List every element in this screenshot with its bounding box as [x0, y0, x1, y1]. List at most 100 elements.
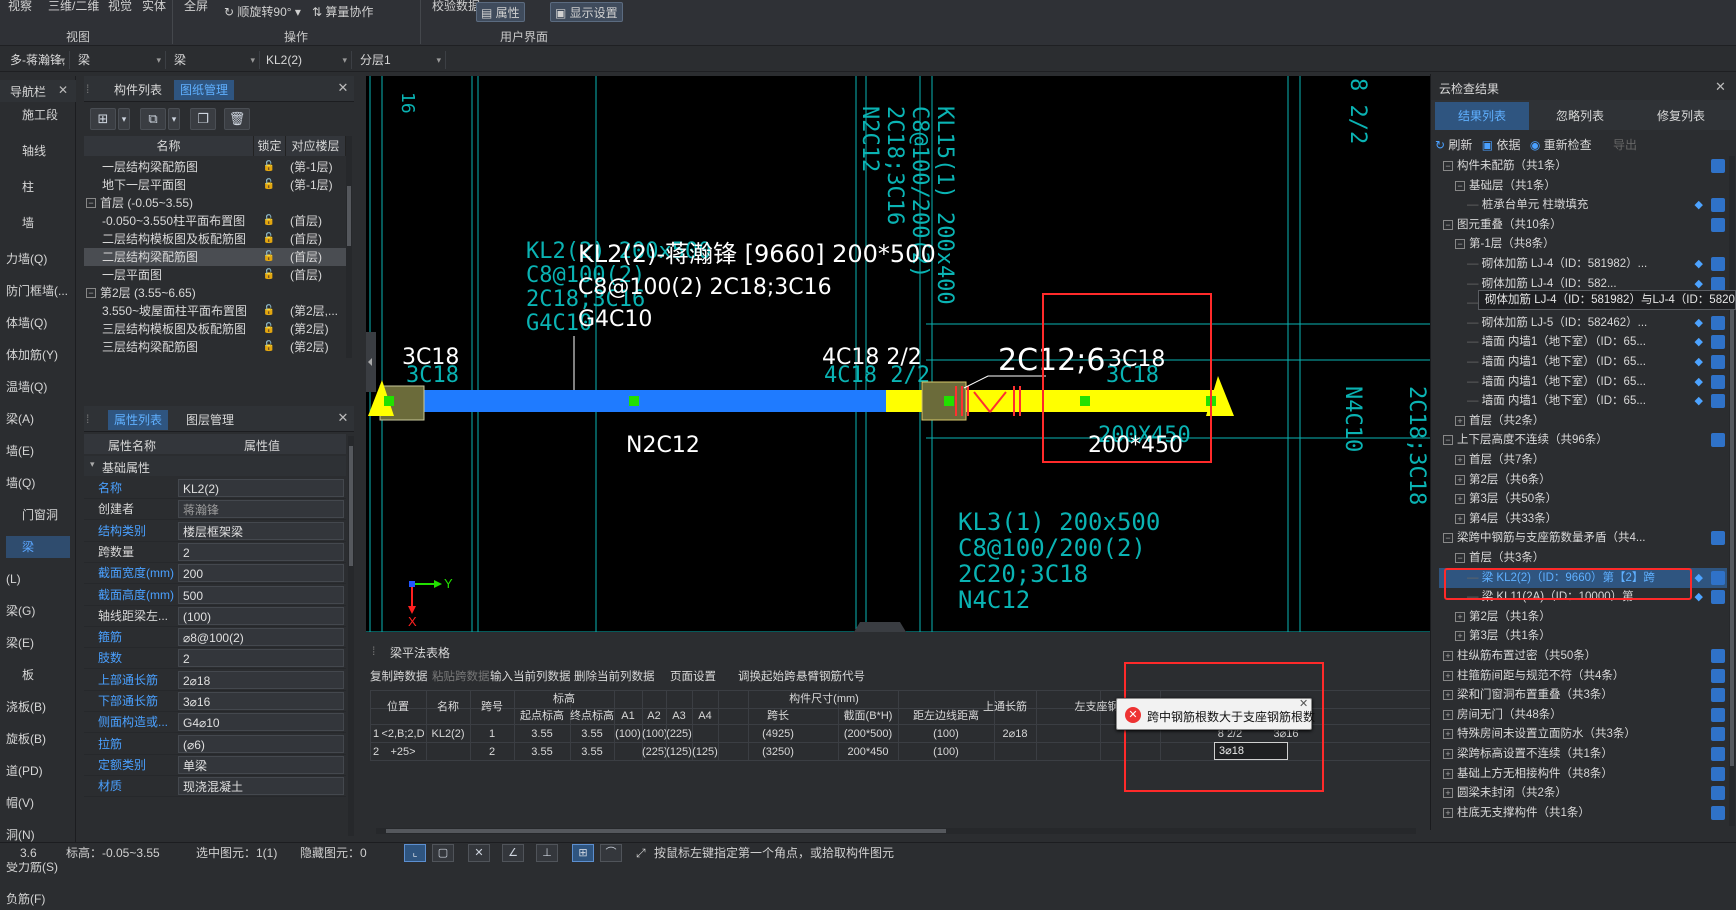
cell-section[interactable]: (200*500)	[838, 725, 898, 743]
tree-item[interactable]: + 房间无门（共48条）	[1439, 705, 1727, 725]
nav-item[interactable]: 施工段	[6, 104, 70, 126]
nav-item[interactable]: 柱	[6, 176, 70, 198]
property-value-input[interactable]: 3⌀16	[178, 692, 344, 710]
cell-name[interactable]	[426, 743, 470, 761]
view-partial-button[interactable]: 视察	[4, 0, 36, 16]
tree-item[interactable]: + 柱箍筋间距与规范不符（共4条）	[1439, 666, 1727, 686]
drawing-row[interactable]: 一层平面图 🔓 (首层)	[84, 266, 346, 284]
lock-icon[interactable]: 🔓	[256, 230, 282, 248]
dynamic-input-icon[interactable]: ⊞	[572, 844, 594, 862]
nav-item[interactable]: (L)	[6, 568, 70, 590]
locate-icon[interactable]: ◆	[1695, 313, 1703, 333]
locate-icon[interactable]: ◆	[1695, 391, 1703, 411]
cell-a1[interactable]: (100)	[614, 725, 642, 743]
locate-icon[interactable]: ◆	[1695, 195, 1703, 215]
property-value-input[interactable]: (⌀6)	[178, 734, 344, 753]
expand-icon[interactable]: +	[1443, 807, 1453, 818]
cell-a2[interactable]: (225)	[642, 743, 666, 761]
edit-icon[interactable]	[1711, 570, 1725, 585]
cell-a4[interactable]: (125)	[692, 743, 718, 761]
recheck-icon[interactable]: ◉	[1530, 138, 1540, 152]
edit-icon[interactable]	[1711, 217, 1725, 232]
nav-item[interactable]: 防门框墙(...	[6, 280, 70, 302]
category-select[interactable]: 梁	[74, 51, 166, 69]
export-button[interactable]: 导出	[1613, 138, 1637, 152]
table-tool-button[interactable]: 复制跨数据	[370, 668, 428, 684]
expand-icon[interactable]: +	[1443, 690, 1453, 701]
tree-item[interactable]: + 特殊房间未设置立面防水（共3条）	[1439, 724, 1727, 744]
cell-name[interactable]: KL2(2)	[426, 725, 470, 743]
cell-a3[interactable]: (125)	[666, 743, 692, 761]
tab-fixed[interactable]: 修复列表	[1631, 102, 1731, 130]
cell-span[interactable]: 2	[470, 743, 514, 761]
cell-distance[interactable]: (100)	[898, 725, 994, 743]
snap-icon[interactable]: ▢	[432, 844, 454, 862]
edit-icon[interactable]	[1711, 668, 1725, 683]
expand-icon[interactable]: +	[1443, 709, 1453, 720]
edit-icon[interactable]	[1711, 590, 1725, 605]
collab-button[interactable]: ⇅ 算量协作	[308, 2, 377, 22]
drawing-row[interactable]: − 首层 (-0.05~3.55)	[84, 194, 346, 212]
cell-top-rebar[interactable]	[994, 743, 1036, 761]
grip-point[interactable]	[629, 396, 639, 406]
cell-start-elev[interactable]: 3.55	[514, 725, 570, 743]
edit-icon[interactable]	[1711, 394, 1725, 409]
nav-item[interactable]: 墙(Q)	[6, 472, 70, 494]
drawing-row[interactable]: 一层结构梁配筋图 🔓 (第-1层)	[84, 158, 346, 176]
tab-ignored[interactable]: 忽略列表	[1531, 102, 1629, 130]
tree-item[interactable]: + 首层（共7条）	[1439, 450, 1727, 470]
horizontal-scrollbar[interactable]	[376, 828, 1416, 834]
close-icon[interactable]: ✕	[1715, 79, 1726, 95]
tree-item[interactable]: + 首层（共2条）	[1439, 411, 1727, 431]
cell-a3[interactable]: (225)	[666, 725, 692, 743]
tree-item[interactable]: + 梁跨标高设置不连续（共1条）	[1439, 744, 1727, 764]
close-icon[interactable]: ✕	[1299, 697, 1308, 710]
cell-span[interactable]: 1	[470, 725, 514, 743]
type-select[interactable]: 梁	[170, 51, 260, 69]
nav-item[interactable]: 旋板(B)	[6, 728, 70, 750]
tree-item[interactable]: + 第3层（共1条）	[1439, 626, 1727, 646]
cell-start-elev[interactable]: 3.55	[514, 743, 570, 761]
nav-item[interactable]: 体加筋(Y)	[6, 344, 70, 366]
edit-icon[interactable]	[1711, 355, 1725, 369]
tree-item[interactable]: + 梁和门窗洞布置重叠（共3条）	[1439, 685, 1727, 705]
edit-icon[interactable]	[1711, 649, 1725, 663]
component-select[interactable]: KL2(2)	[262, 51, 352, 69]
expand-icon[interactable]: +	[1455, 474, 1465, 485]
locate-icon[interactable]: ◆	[1695, 254, 1703, 274]
expand-icon[interactable]: +	[1443, 748, 1453, 759]
cell-span-length[interactable]: (4925)	[718, 725, 838, 743]
property-value-input[interactable]: 楼层框架梁	[178, 521, 344, 540]
tree-item[interactable]: − 首层（共3条）	[1439, 548, 1727, 568]
lock-icon[interactable]: 🔓	[256, 302, 282, 320]
table-tool-button[interactable]: 删除当前列数据	[574, 668, 655, 684]
expand-icon[interactable]: +	[1455, 631, 1465, 642]
tab-layer-manage[interactable]: 图层管理	[180, 410, 240, 430]
drawing-row[interactable]: 二层平面图🔓 (第2层)	[84, 356, 346, 358]
edit-icon[interactable]	[1711, 727, 1725, 742]
property-value-input[interactable]: 2	[178, 542, 344, 561]
tree-item[interactable]: + 圆梁未封闭（共2条）	[1439, 783, 1727, 803]
locate-icon[interactable]: ◆	[1695, 568, 1703, 588]
cell-section[interactable]: 200*450	[838, 743, 898, 761]
tree-item[interactable]: + 第4层（共33条）	[1439, 509, 1727, 529]
drawing-row[interactable]: 二层结构梁配筋图 🔓 (首层)	[84, 248, 346, 266]
add-drawing-icon[interactable]: ⊞	[90, 108, 116, 130]
edit-icon[interactable]	[1711, 531, 1725, 546]
tab-drawing-manage[interactable]: 图纸管理	[174, 80, 235, 100]
close-icon[interactable]: ✕	[336, 80, 350, 96]
cell-position[interactable]: +25>	[380, 743, 426, 761]
nav-item[interactable]: 梁(G)	[6, 600, 70, 622]
props-section[interactable]: ▾ 基础属性	[84, 456, 346, 476]
table-collapse-handle[interactable]	[854, 622, 906, 632]
collapse-icon[interactable]: ▾	[90, 459, 95, 470]
cell-top-rebar[interactable]: 2⌀18	[994, 725, 1036, 743]
cell-distance[interactable]: (100)	[898, 743, 994, 761]
table-tool-button[interactable]: 页面设置	[670, 668, 716, 684]
expand-icon[interactable]: +	[1455, 454, 1465, 465]
tree-item[interactable]: + 第2层（共1条）	[1439, 607, 1727, 627]
cell-position[interactable]: <2,B;2,D	[380, 725, 426, 743]
table-tool-button[interactable]: 悬臂钢筋代号	[796, 668, 865, 684]
collapse-icon[interactable]: −	[1443, 435, 1453, 446]
property-value-input[interactable]: 蒋瀚锋	[178, 500, 344, 519]
